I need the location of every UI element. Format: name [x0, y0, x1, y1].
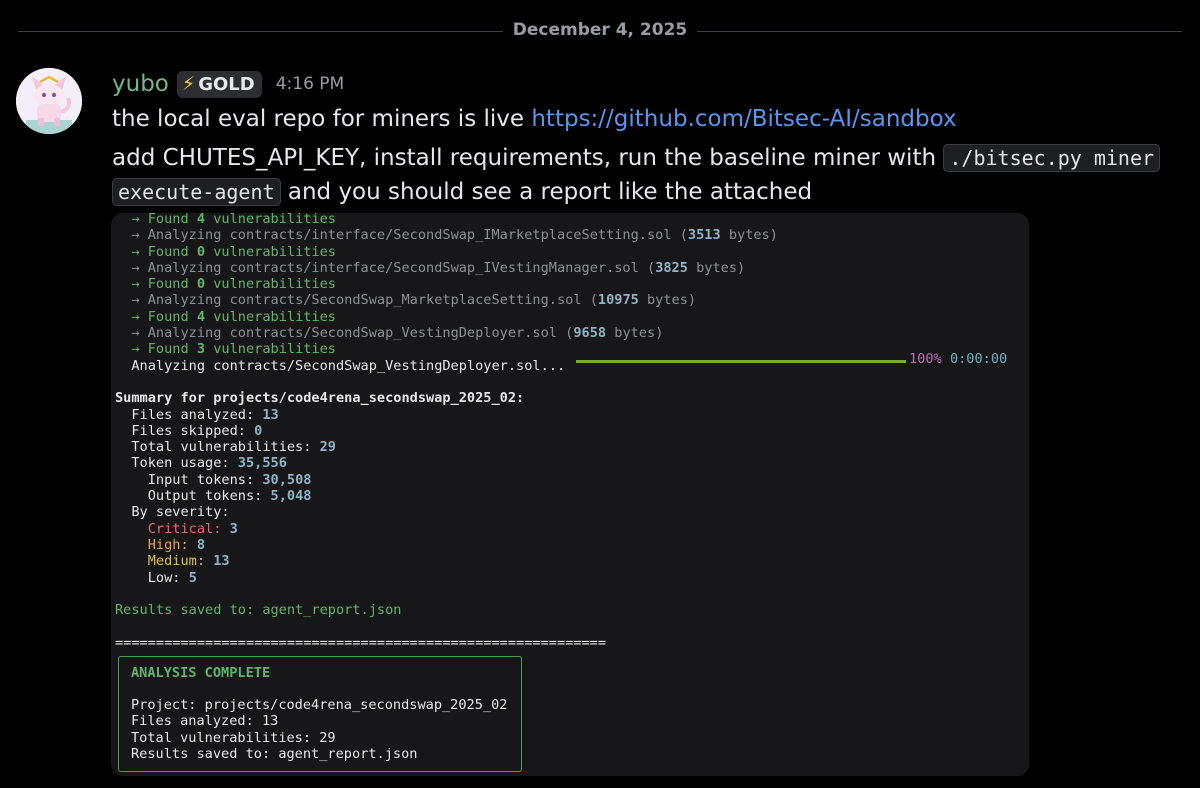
avatar-image-icon	[16, 68, 82, 134]
summary-title: Summary for projects/code4rena_secondswa…	[115, 390, 525, 407]
message-text: the local eval repo for miners is live	[112, 106, 532, 132]
separator: ========================================…	[115, 634, 607, 651]
avatar[interactable]	[16, 68, 82, 134]
log-analyzing-line: → Analyzing contracts/SecondSwap_Marketp…	[131, 292, 697, 309]
log-analyzing-line: → Analyzing contracts/interface/SecondSw…	[131, 259, 746, 276]
log-analyzing-line: → Analyzing contracts/SecondSwap_Vesting…	[131, 325, 664, 342]
lightning-bolt-icon: ⚡	[181, 73, 196, 95]
role-badge[interactable]: ⚡ GOLD	[176, 70, 262, 98]
log-found-line: → Found 0 vulnerabilities	[131, 243, 336, 260]
message-timestamp[interactable]: 4:16 PM	[276, 74, 345, 94]
severity-low: Low:	[147, 569, 181, 586]
username[interactable]: yubo	[112, 71, 169, 97]
message-header: yubo ⚡ GOLD 4:16 PM	[112, 68, 344, 100]
progress-label: Analyzing contracts/SecondSwap_VestingDe…	[131, 357, 566, 374]
message-line-1: the local eval repo for miners is live h…	[112, 104, 957, 134]
analysis-complete-title: ANALYSIS COMPLETE	[131, 665, 271, 681]
inline-code: execute-agent	[112, 178, 281, 206]
analysis-complete-box: ANALYSIS COMPLETE Project: projects/code…	[118, 656, 522, 772]
message-line-2: add CHUTES_API_KEY, install requirements…	[112, 143, 1161, 173]
repo-link[interactable]: https://github.com/Bitsec-AI/sandbox	[531, 106, 956, 132]
message-text: add CHUTES_API_KEY, install requirements…	[112, 145, 944, 171]
severity-high: High:	[147, 536, 189, 553]
progress-status: 100% 0:00:00	[909, 351, 1008, 367]
log-analyzing-line: → Analyzing contracts/interface/SecondSw…	[131, 227, 778, 244]
log-found-line: → Found 3 vulnerabilities	[131, 341, 336, 358]
message-line-3: execute-agent and you should see a repor…	[112, 177, 812, 207]
progress-bar	[576, 360, 906, 363]
message-text: and you should see a report like the att…	[280, 179, 813, 205]
badge-label: GOLD	[198, 73, 255, 95]
terminal-output: → Found 4 vulnerabilities → Analyzing co…	[115, 213, 778, 651]
severity-critical: Critical:	[147, 520, 222, 537]
attachment-terminal-image[interactable]: → Found 4 vulnerabilities → Analyzing co…	[111, 213, 1029, 776]
log-found-line: → Found 0 vulnerabilities	[131, 276, 336, 293]
analysis-complete-body: Project: projects/code4rena_secondswap_2…	[131, 697, 508, 762]
severity-medium: Medium:	[147, 553, 206, 570]
inline-code: ./bitsec.py miner	[943, 144, 1161, 172]
results-saved: Results saved to: agent_report.json	[115, 602, 402, 619]
date-divider-label: December 4, 2025	[502, 20, 698, 40]
log-found-line: → Found 4 vulnerabilities	[131, 308, 336, 325]
